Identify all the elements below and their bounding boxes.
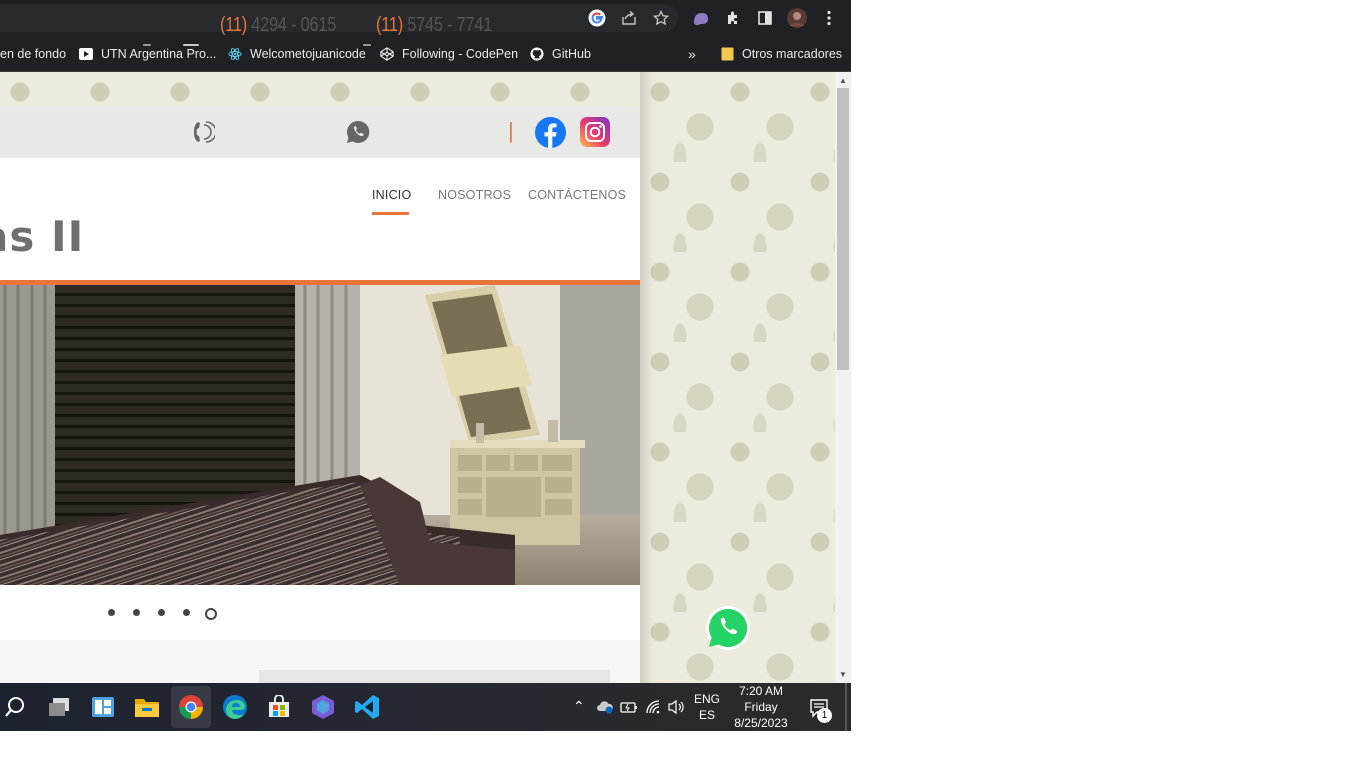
- volume-icon[interactable]: [667, 699, 685, 720]
- search-icon[interactable]: [1, 693, 29, 721]
- edge-icon[interactable]: [221, 693, 249, 721]
- slider-controls: [0, 585, 640, 640]
- slider-dot[interactable]: [183, 609, 190, 616]
- phone-number-landline[interactable]: (11) 4294 - 0615: [220, 14, 336, 37]
- scroll-up-arrow[interactable]: ▲: [838, 76, 848, 86]
- phone-number-whatsapp[interactable]: (11) 5745 - 7741: [376, 14, 492, 37]
- site-logo[interactable]: as II: [0, 212, 84, 261]
- chrome-icon[interactable]: [177, 693, 205, 721]
- running-indicator: [363, 44, 371, 46]
- running-indicator: [143, 44, 151, 46]
- facebook-icon[interactable]: [535, 117, 566, 153]
- site-header: [0, 158, 640, 282]
- whatsapp-icon: [345, 119, 371, 150]
- slider-dot[interactable]: [158, 609, 165, 616]
- clock[interactable]: 7:20 AM Friday 8/25/2023: [728, 683, 794, 731]
- desktop-screen: en de fondo UTN Argentina Pro... Welcome…: [0, 0, 851, 731]
- wifi-icon[interactable]: [645, 699, 663, 720]
- extensions-puzzle-icon[interactable]: [723, 8, 743, 28]
- onedrive-sync-icon[interactable]: [596, 700, 614, 719]
- bookmarks-bar: en de fondo UTN Argentina Pro... Welcome…: [0, 36, 851, 72]
- folder-icon: [720, 47, 734, 61]
- battery-icon[interactable]: [620, 700, 638, 719]
- tray-overflow-chevron-icon[interactable]: ⌃: [573, 698, 585, 714]
- profile-avatar[interactable]: [787, 8, 807, 28]
- scroll-down-arrow[interactable]: ▼: [838, 670, 848, 680]
- bookmark-item[interactable]: Welcometojuanicode: [228, 45, 366, 63]
- bookmark-star-icon[interactable]: [651, 8, 671, 28]
- windows-taskbar: [0, 683, 851, 731]
- visual-studio-icon[interactable]: [309, 693, 337, 721]
- other-bookmarks-folder[interactable]: Otros marcadores: [720, 45, 842, 63]
- bookmark-item[interactable]: en de fondo: [0, 45, 66, 63]
- play-icon: [79, 47, 93, 61]
- content-card: [259, 670, 610, 683]
- active-indicator: [183, 44, 199, 46]
- slider-dot-active[interactable]: [205, 608, 217, 620]
- whatsapp-float-button[interactable]: [705, 605, 751, 651]
- vscode-icon[interactable]: [353, 693, 381, 721]
- bookmark-item[interactable]: UTN Argentina Pro...: [79, 45, 216, 63]
- contact-separator: |: [508, 118, 514, 144]
- codepen-icon: [380, 47, 394, 61]
- extension-ghost-icon[interactable]: [691, 8, 711, 28]
- google-icon[interactable]: [587, 8, 607, 28]
- bookmark-item[interactable]: Following - CodePen: [380, 45, 518, 63]
- address-bar[interactable]: [0, 4, 678, 32]
- bookmark-item[interactable]: GitHub: [530, 45, 591, 63]
- share-icon[interactable]: [619, 8, 639, 28]
- bookmarks-overflow-button[interactable]: »: [688, 45, 696, 63]
- widgets-icon[interactable]: [89, 693, 117, 721]
- task-view-icon[interactable]: [45, 693, 73, 721]
- react-icon: [228, 47, 242, 61]
- page-shadow: [640, 72, 654, 683]
- nav-item-inicio[interactable]: INICIO: [372, 188, 411, 202]
- notification-count-badge: 1: [817, 708, 832, 723]
- slider-dot[interactable]: [108, 609, 115, 616]
- store-icon[interactable]: [265, 693, 293, 721]
- side-panel-icon[interactable]: [755, 8, 775, 28]
- language-indicator[interactable]: ENG ES: [692, 691, 722, 723]
- scrollbar-thumb[interactable]: [837, 88, 849, 370]
- instagram-icon[interactable]: [580, 117, 610, 152]
- chrome-menu-icon[interactable]: [819, 8, 839, 28]
- show-desktop-button[interactable]: [845, 683, 847, 731]
- nav-active-indicator: [372, 212, 409, 215]
- hero-slide-image: [0, 285, 640, 585]
- nav-item-contactenos[interactable]: CONTÁCTENOS: [528, 188, 626, 202]
- slider-dot[interactable]: [133, 609, 140, 616]
- nav-item-nosotros[interactable]: NOSOTROS: [438, 188, 511, 202]
- file-explorer-icon[interactable]: [133, 693, 161, 721]
- github-icon: [530, 47, 544, 61]
- phone-icon: [189, 119, 217, 150]
